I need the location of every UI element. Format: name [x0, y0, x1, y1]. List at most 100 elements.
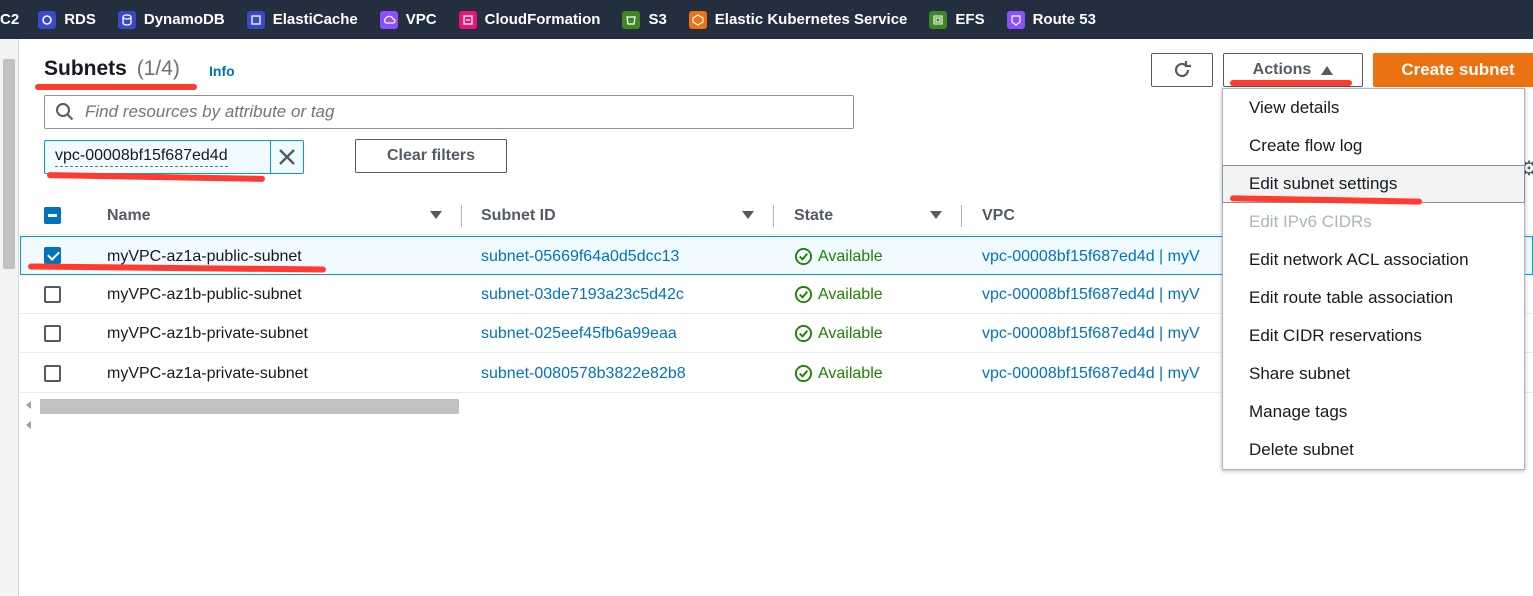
- create-subnet-button[interactable]: Create subnet: [1373, 53, 1533, 87]
- column-header-subnet-id[interactable]: Subnet ID: [481, 197, 556, 235]
- annotation-underline: [35, 84, 197, 90]
- column-label: Subnet ID: [481, 207, 556, 224]
- state-label: Available: [818, 247, 883, 265]
- check-circle-icon: [794, 285, 813, 304]
- rds-icon: [38, 10, 57, 29]
- service-cloudformation[interactable]: CloudFormation: [458, 0, 600, 39]
- search-icon: [56, 103, 74, 121]
- column-divider: [461, 205, 462, 227]
- service-ec2[interactable]: C2: [0, 0, 19, 39]
- row-checkbox[interactable]: [44, 247, 61, 264]
- subnet-name: myVPC-az1b-private-subnet: [107, 324, 308, 342]
- service-rds[interactable]: RDS: [38, 0, 96, 39]
- dynamodb-icon: [117, 10, 136, 29]
- row-checkbox[interactable]: [44, 365, 61, 382]
- menu-item-edit-cidr-reservations[interactable]: Edit CIDR reservations: [1223, 317, 1524, 355]
- refresh-icon: [1174, 61, 1191, 78]
- subnet-state: Available: [794, 275, 883, 314]
- service-eks[interactable]: Elastic Kubernetes Service: [688, 0, 907, 39]
- subnet-state: Available: [794, 314, 883, 353]
- row-checkbox[interactable]: [44, 325, 61, 342]
- efs-icon: [929, 10, 948, 29]
- service-label: DynamoDB: [143, 11, 225, 28]
- selection-count: (1/4): [136, 57, 180, 80]
- check-circle-icon: [794, 324, 813, 343]
- service-label: RDS: [64, 11, 96, 28]
- menu-item-create-flow-log[interactable]: Create flow log: [1223, 127, 1524, 165]
- actions-menu: View details Create flow log Edit subnet…: [1222, 88, 1525, 470]
- menu-item-edit-network-acl-association[interactable]: Edit network ACL association: [1223, 241, 1524, 279]
- subnet-id-link[interactable]: subnet-0080578b3822e82b8: [481, 354, 686, 393]
- refresh-button[interactable]: [1151, 53, 1213, 87]
- vpc-link[interactable]: vpc-00008bf15f687ed4d | myV: [982, 314, 1200, 353]
- state-label: Available: [818, 285, 883, 303]
- service-label: C2: [0, 11, 20, 28]
- menu-item-delete-subnet[interactable]: Delete subnet: [1223, 431, 1524, 469]
- subnet-name: myVPC-az1a-private-subnet: [107, 364, 308, 382]
- services-bar: C2 RDS DynamoDB ElastiCache VPC CloudFor…: [0, 0, 1533, 39]
- state-label: Available: [818, 364, 883, 382]
- route53-icon: [1006, 10, 1025, 29]
- service-dynamodb[interactable]: DynamoDB: [117, 0, 225, 39]
- service-vpc[interactable]: VPC: [379, 0, 437, 39]
- left-scroll-gutter: [0, 39, 19, 596]
- horizontal-scrollbar-thumb[interactable]: [40, 399, 459, 414]
- check-circle-icon: [794, 364, 813, 383]
- eks-icon: [688, 10, 707, 29]
- column-header-vpc[interactable]: VPC: [982, 197, 1015, 235]
- caret-up-icon: [1321, 65, 1334, 75]
- token-divider: [270, 141, 271, 173]
- service-efs[interactable]: EFS: [929, 0, 985, 39]
- vpc-icon: [379, 10, 398, 29]
- subnet-name: myVPC-az1b-public-subnet: [107, 285, 302, 303]
- scroll-left-icon[interactable]: [26, 401, 31, 409]
- subnet-id-link[interactable]: subnet-025eef45fb6a99eaa: [481, 314, 677, 353]
- service-label: Route 53: [1032, 11, 1096, 28]
- annotation-underline: [1230, 80, 1352, 86]
- column-header-state[interactable]: State: [794, 197, 833, 235]
- elasticache-icon: [246, 10, 265, 29]
- subnet-state: Available: [794, 354, 883, 393]
- service-label: VPC: [405, 11, 437, 28]
- vpc-link[interactable]: vpc-00008bf15f687ed4d | myV: [982, 275, 1200, 314]
- vpc-link[interactable]: vpc-00008bf15f687ed4d | myV: [982, 237, 1200, 276]
- service-elasticache[interactable]: ElastiCache: [246, 0, 358, 39]
- row-checkbox[interactable]: [44, 286, 61, 303]
- column-divider: [773, 205, 774, 227]
- clear-filters-button[interactable]: Clear filters: [355, 139, 507, 173]
- page-title: Subnets (1/4): [44, 57, 180, 81]
- search-box: [44, 95, 854, 129]
- search-input[interactable]: [85, 102, 825, 122]
- menu-item-share-subnet[interactable]: Share subnet: [1223, 355, 1524, 393]
- service-s3[interactable]: S3: [622, 0, 667, 39]
- service-label: EFS: [955, 11, 985, 28]
- filter-token: vpc-00008bf15f687ed4d: [44, 140, 304, 174]
- filter-token-value[interactable]: vpc-00008bf15f687ed4d: [55, 147, 228, 167]
- subnet-id-link[interactable]: subnet-05669f64a0d5dcc13: [481, 237, 679, 276]
- service-label: S3: [648, 11, 667, 28]
- actions-label: Actions: [1252, 61, 1312, 78]
- column-label: VPC: [982, 207, 1015, 224]
- menu-item-edit-route-table-association[interactable]: Edit route table association: [1223, 279, 1524, 317]
- state-label: Available: [818, 324, 883, 342]
- service-route53[interactable]: Route 53: [1006, 0, 1096, 39]
- s3-icon: [622, 10, 641, 29]
- cloudformation-icon: [458, 10, 477, 29]
- column-label: State: [794, 207, 834, 224]
- column-header-name[interactable]: Name: [107, 197, 151, 235]
- column-label: Name: [107, 207, 151, 224]
- menu-item-edit-ipv6-cidrs: Edit IPv6 CIDRs: [1249, 212, 1372, 231]
- vertical-scrollbar-thumb[interactable]: [3, 59, 15, 269]
- menu-item-manage-tags[interactable]: Manage tags: [1223, 393, 1524, 431]
- menu-item-view-details[interactable]: View details: [1223, 89, 1524, 127]
- main-panel: Subnets (1/4) Info Actions Create subnet…: [20, 39, 1533, 596]
- select-all-checkbox[interactable]: [44, 207, 61, 224]
- column-divider: [961, 205, 962, 227]
- check-circle-icon: [794, 247, 813, 266]
- vpc-link[interactable]: vpc-00008bf15f687ed4d | myV: [982, 354, 1200, 393]
- info-link[interactable]: Info: [209, 63, 235, 79]
- scroll-left-icon[interactable]: [26, 421, 31, 429]
- subnet-state: Available: [794, 237, 883, 276]
- close-icon[interactable]: [276, 146, 298, 168]
- subnet-id-link[interactable]: subnet-03de7193a23c5d42c: [481, 275, 684, 314]
